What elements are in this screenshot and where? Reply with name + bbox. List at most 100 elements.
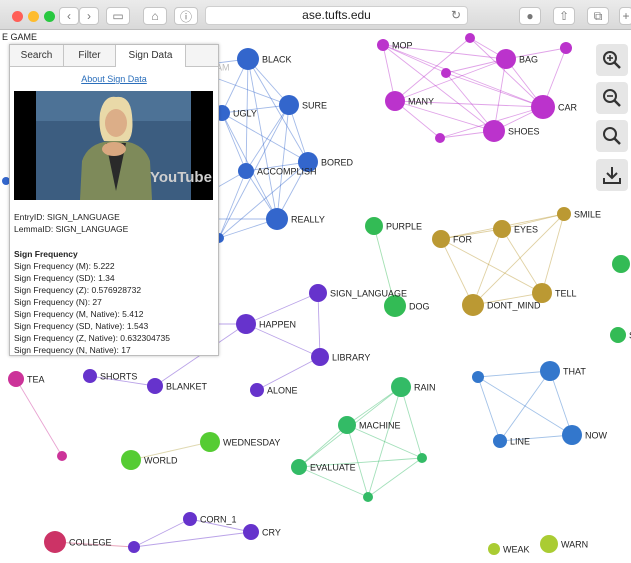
graph-node-t2[interactable] <box>363 492 373 502</box>
node-circle[interactable] <box>8 371 24 387</box>
node-circle[interactable] <box>237 48 259 70</box>
graph-node-g-right1[interactable] <box>612 255 630 273</box>
graph-node-car[interactable]: CAR <box>531 95 578 119</box>
node-circle[interactable] <box>532 283 552 303</box>
tabs-button[interactable]: ⧉ <box>587 7 609 25</box>
graph-node-evaluate[interactable]: EVALUATE <box>291 459 356 475</box>
node-circle[interactable] <box>441 68 451 78</box>
node-circle[interactable] <box>612 255 630 273</box>
graph-node-smile[interactable]: SMILE <box>557 207 601 221</box>
graph-node-really[interactable]: REALLY <box>266 208 325 230</box>
node-circle[interactable] <box>121 450 141 470</box>
address-bar[interactable]: ase.tufts.edu ↻ <box>205 6 468 25</box>
new-tab-button[interactable]: + <box>619 7 631 25</box>
graph-node-happen[interactable]: HAPPEN <box>236 314 296 334</box>
back-button[interactable]: ‹ <box>59 7 79 25</box>
node-circle[interactable] <box>44 531 66 553</box>
pocket-button[interactable]: ⌂ <box>143 7 167 25</box>
node-circle[interactable] <box>377 39 389 51</box>
node-circle[interactable] <box>83 369 97 383</box>
node-circle[interactable] <box>488 543 500 555</box>
download-graph-button[interactable] <box>596 159 628 191</box>
node-circle[interactable] <box>183 512 197 526</box>
search-graph-button[interactable] <box>596 120 628 152</box>
node-circle[interactable] <box>432 230 450 248</box>
close-window-button[interactable] <box>12 11 23 22</box>
graph-node-purple[interactable]: PURPLE <box>365 217 422 235</box>
node-circle[interactable] <box>462 294 484 316</box>
graph-node-tell[interactable]: TELL <box>532 283 577 303</box>
forward-button[interactable]: › <box>79 7 99 25</box>
graph-node-world[interactable]: WORLD <box>121 450 178 470</box>
node-circle[interactable] <box>363 492 373 502</box>
node-circle[interactable] <box>147 378 163 394</box>
reload-icon[interactable]: ↻ <box>451 7 461 24</box>
graph-node-c1[interactable] <box>128 541 140 553</box>
graph-node-m1[interactable] <box>441 68 451 78</box>
graph-node-t1[interactable] <box>417 453 427 463</box>
maximize-window-button[interactable] <box>44 11 55 22</box>
node-circle[interactable] <box>417 453 427 463</box>
node-circle[interactable] <box>279 95 299 115</box>
graph-node-m3[interactable] <box>435 133 445 143</box>
graph-node-many[interactable]: MANY <box>385 91 434 111</box>
node-circle[interactable] <box>338 416 356 434</box>
about-sign-data-link[interactable]: About Sign Data <box>10 74 218 84</box>
node-circle[interactable] <box>493 434 507 448</box>
graph-node-shorts[interactable]: SHORTS <box>83 369 137 383</box>
node-circle[interactable] <box>57 451 67 461</box>
graph-node-corn-1[interactable]: CORN_1 <box>183 512 237 526</box>
node-circle[interactable] <box>250 383 264 397</box>
node-circle[interactable] <box>309 284 327 302</box>
node-circle[interactable] <box>311 348 329 366</box>
node-circle[interactable] <box>128 541 140 553</box>
node-circle[interactable] <box>243 524 259 540</box>
graph-node-now[interactable]: NOW <box>562 425 608 445</box>
graph-node-eyes[interactable]: EYES <box>493 220 538 238</box>
node-circle[interactable] <box>557 207 571 221</box>
node-circle[interactable] <box>540 361 560 381</box>
graph-node-that[interactable]: THAT <box>540 361 586 381</box>
downloads-button[interactable]: ● <box>519 7 541 25</box>
tab-search[interactable]: Search <box>10 45 64 66</box>
node-circle[interactable] <box>238 163 254 179</box>
graph-node-mop[interactable]: MOP <box>377 39 413 51</box>
graph-node-black[interactable]: BLACK <box>237 48 292 70</box>
node-circle[interactable] <box>493 220 511 238</box>
graph-node-bag[interactable]: BAG <box>496 49 538 69</box>
node-circle[interactable] <box>365 217 383 235</box>
tab-sign-data[interactable]: Sign Data <box>116 45 186 67</box>
reader-button[interactable]: ⓘ <box>174 7 198 25</box>
graph-node-library[interactable]: LIBRARY <box>311 348 370 366</box>
zoom-out-button[interactable] <box>596 82 628 114</box>
node-circle[interactable] <box>562 425 582 445</box>
graph-node-sure[interactable]: SURE <box>279 95 327 115</box>
node-circle[interactable] <box>266 208 288 230</box>
node-circle[interactable] <box>391 377 411 397</box>
graph-node-warn[interactable]: WARN <box>540 535 588 553</box>
tab-filter[interactable]: Filter <box>64 45 116 66</box>
node-circle[interactable] <box>610 327 626 343</box>
graph-node-ugly[interactable]: UGLY <box>214 105 257 121</box>
graph-node-l1[interactable] <box>472 371 484 383</box>
node-circle[interactable] <box>496 49 516 69</box>
graph-node-cry[interactable]: CRY <box>243 524 281 540</box>
graph-node-tea[interactable]: TEA <box>8 371 45 387</box>
sign-video[interactable]: YouTube <box>14 91 213 200</box>
graph-node-pk1[interactable] <box>57 451 67 461</box>
graph-node-rain[interactable]: RAIN <box>391 377 436 397</box>
graph-node-wednesday[interactable]: WEDNESDAY <box>200 432 280 452</box>
node-circle[interactable] <box>483 120 505 142</box>
graph-node-g-right2[interactable]: S <box>610 327 631 343</box>
node-circle[interactable] <box>560 42 572 54</box>
sidebar-button[interactable]: ▭ <box>106 7 130 25</box>
zoom-in-button[interactable] <box>596 44 628 76</box>
graph-node-m4[interactable] <box>465 33 475 43</box>
node-circle[interactable] <box>531 95 555 119</box>
share-button[interactable]: ⇧ <box>553 7 575 25</box>
node-circle[interactable] <box>385 91 405 111</box>
node-circle[interactable] <box>472 371 484 383</box>
node-circle[interactable] <box>435 133 445 143</box>
node-circle[interactable] <box>200 432 220 452</box>
graph-node-shoes[interactable]: SHOES <box>483 120 540 142</box>
